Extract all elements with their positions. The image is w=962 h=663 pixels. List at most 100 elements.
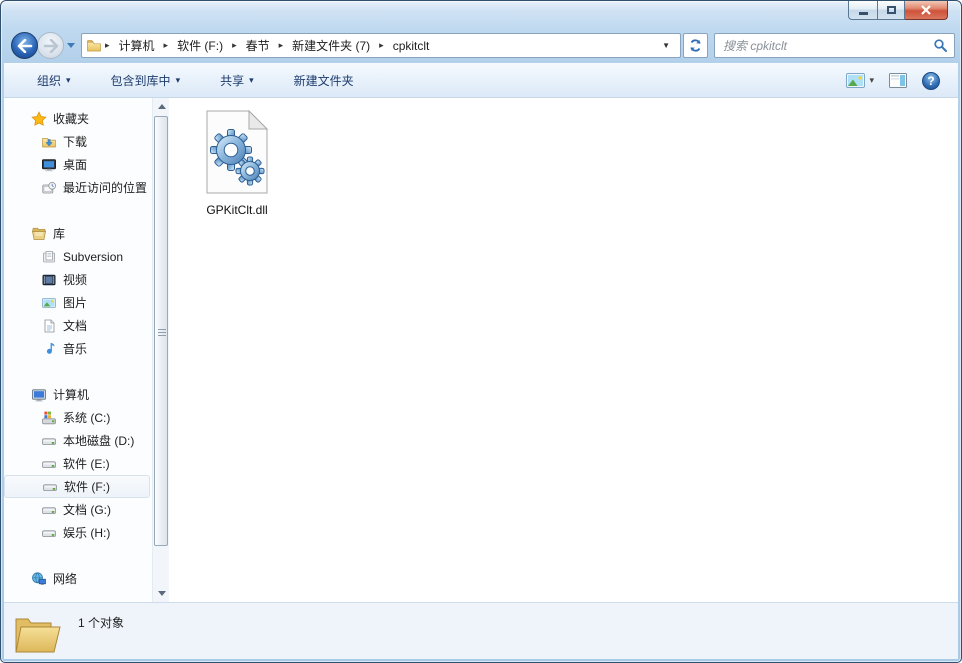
address-bar[interactable]: ▸ 计算机 ▸ 软件 (F:) ▸ 春节 ▸ 新建文件夹 (7) ▸ cpkit… <box>81 33 681 58</box>
organize-label: 组织 <box>37 73 62 88</box>
maximize-icon <box>886 6 896 14</box>
sidebar-item-label: 文档 <box>63 319 88 333</box>
title-bar[interactable] <box>1 1 961 31</box>
search-icon[interactable] <box>933 38 948 53</box>
breadcrumb-item-drive-f[interactable]: 软件 (F:) <box>171 35 229 56</box>
drive-icon <box>42 506 56 514</box>
file-list-view[interactable]: GPKitClt.dll <box>169 98 958 602</box>
share-button[interactable]: 共享 ▾ <box>211 68 263 93</box>
chevron-down-icon: ▾ <box>66 74 71 85</box>
breadcrumb-item-cpkitclt[interactable]: cpkitclt <box>387 37 436 55</box>
drive-icon <box>43 483 57 491</box>
documents-icon <box>44 319 55 332</box>
sidebar-item-label: 软件 (E:) <box>63 457 110 471</box>
sidebar-item-recent-places[interactable]: 最近访问的位置 <box>4 176 152 199</box>
recent-pages-dropdown[interactable] <box>67 43 75 48</box>
sidebar-item-network[interactable]: 网络 <box>4 567 152 590</box>
help-button[interactable]: ? <box>922 71 940 90</box>
include-in-library-button[interactable]: 包含到库中 ▾ <box>102 68 190 93</box>
sidebar-item-pictures[interactable]: 图片 <box>4 291 152 314</box>
sidebar-item-downloads[interactable]: 下载 <box>4 130 152 153</box>
navigation-pane: 收藏夹 下载 桌面 最近访问的位置 库 Subversion 视频 图片 文档 … <box>4 98 152 602</box>
sidebar-item-drive-c[interactable]: 系统 (C:) <box>4 406 152 429</box>
sidebar-item-drive-d[interactable]: 本地磁盘 (D:) <box>4 429 152 452</box>
sidebar-item-drive-e[interactable]: 软件 (E:) <box>4 452 152 475</box>
system-drive-icon <box>42 411 56 424</box>
scrollbar-grip-icon <box>158 329 166 337</box>
breadcrumb-item-chunjie[interactable]: 春节 <box>240 35 276 56</box>
views-icon <box>846 73 866 88</box>
chevron-down-icon: ▾ <box>249 74 254 85</box>
sidebar-item-libraries[interactable]: 库 <box>4 222 152 245</box>
close-button[interactable] <box>905 1 948 20</box>
music-icon <box>46 342 55 354</box>
refresh-button[interactable] <box>683 33 708 58</box>
sidebar-item-documents[interactable]: 文档 <box>4 314 152 337</box>
sidebar-item-label: 文档 (G:) <box>63 503 111 517</box>
chevron-down-icon: ▾ <box>175 74 181 85</box>
folder-icon <box>87 39 101 51</box>
library-icon <box>43 250 55 262</box>
computer-icon <box>32 388 46 401</box>
maximize-button[interactable] <box>877 1 905 20</box>
breadcrumb-separator: ▸ <box>232 40 237 50</box>
content-area: 收藏夹 下载 桌面 最近访问的位置 库 Subversion 视频 图片 文档 … <box>4 98 958 602</box>
sidebar-item-label: 收藏夹 <box>53 112 90 126</box>
help-icon: ? <box>927 73 935 88</box>
breadcrumb-separator: ▸ <box>379 40 384 50</box>
sidebar-item-label: 网络 <box>53 572 78 586</box>
chevron-down-icon: ▾ <box>869 75 874 85</box>
sidebar-item-desktop[interactable]: 桌面 <box>4 153 152 176</box>
change-view-button[interactable]: ▾ <box>846 73 874 88</box>
sidebar-item-label: 视频 <box>63 273 88 287</box>
preview-pane-icon <box>889 73 907 88</box>
back-arrow-icon <box>17 39 33 53</box>
sidebar-item-favorites[interactable]: 收藏夹 <box>4 107 152 130</box>
scroll-up-button[interactable] <box>153 98 170 115</box>
desktop-icon <box>42 158 56 171</box>
forward-arrow-icon <box>43 39 59 53</box>
sidebar-item-label: 库 <box>53 227 66 241</box>
new-folder-button[interactable]: 新建文件夹 <box>285 68 363 93</box>
sidebar-item-music[interactable]: 音乐 <box>4 337 152 360</box>
scroll-down-icon <box>157 591 166 596</box>
sidebar-item-drive-h[interactable]: 娱乐 (H:) <box>4 521 152 544</box>
breadcrumb-item-computer[interactable]: 计算机 <box>113 35 161 56</box>
sidebar-item-label: 娱乐 (H:) <box>63 526 111 540</box>
sidebar-item-subversion[interactable]: Subversion <box>4 245 152 268</box>
sidebar-item-label: 系统 (C:) <box>63 411 111 425</box>
organize-button[interactable]: 组织 ▾ <box>28 68 80 93</box>
view-controls: ▾ ? <box>846 63 940 98</box>
minimize-button[interactable] <box>848 1 877 20</box>
share-label: 共享 <box>220 73 245 88</box>
breadcrumb-item-new-folder-7[interactable]: 新建文件夹 (7) <box>286 35 376 56</box>
pictures-icon <box>42 297 56 308</box>
sidebar-item-videos[interactable]: 视频 <box>4 268 152 291</box>
sidebar-scrollbar[interactable] <box>152 98 169 602</box>
scrollbar-thumb[interactable] <box>154 116 168 546</box>
sidebar-item-computer[interactable]: 计算机 <box>4 383 152 406</box>
forward-button[interactable] <box>37 32 64 59</box>
address-history-dropdown[interactable]: ▼ <box>658 41 674 50</box>
command-toolbar: 组织 ▾ 包含到库中 ▾ 共享 ▾ 新建文件夹 ▾ ? <box>4 63 958 98</box>
sidebar-item-drive-f[interactable]: 软件 (F:) <box>4 475 150 498</box>
sidebar-item-label: 桌面 <box>63 158 88 172</box>
include-in-library-label: 包含到库中 <box>110 73 171 88</box>
file-item-gpkitclt-dll[interactable]: GPKitClt.dll <box>191 109 283 217</box>
details-pane: 1 个对象 <box>4 602 958 659</box>
window-controls <box>848 1 948 20</box>
folder-large-icon <box>15 618 61 653</box>
scroll-down-button[interactable] <box>153 585 170 602</box>
refresh-icon <box>690 39 701 52</box>
breadcrumb-separator: ▸ <box>105 40 110 50</box>
scroll-up-icon <box>157 104 166 109</box>
search-input[interactable] <box>721 37 933 54</box>
sidebar-item-label: 计算机 <box>53 388 90 402</box>
sidebar-item-label: 图片 <box>63 296 88 310</box>
sidebar-item-drive-g[interactable]: 文档 (G:) <box>4 498 152 521</box>
close-icon <box>921 5 931 15</box>
back-button[interactable] <box>11 32 38 59</box>
preview-pane-button[interactable] <box>889 73 907 88</box>
